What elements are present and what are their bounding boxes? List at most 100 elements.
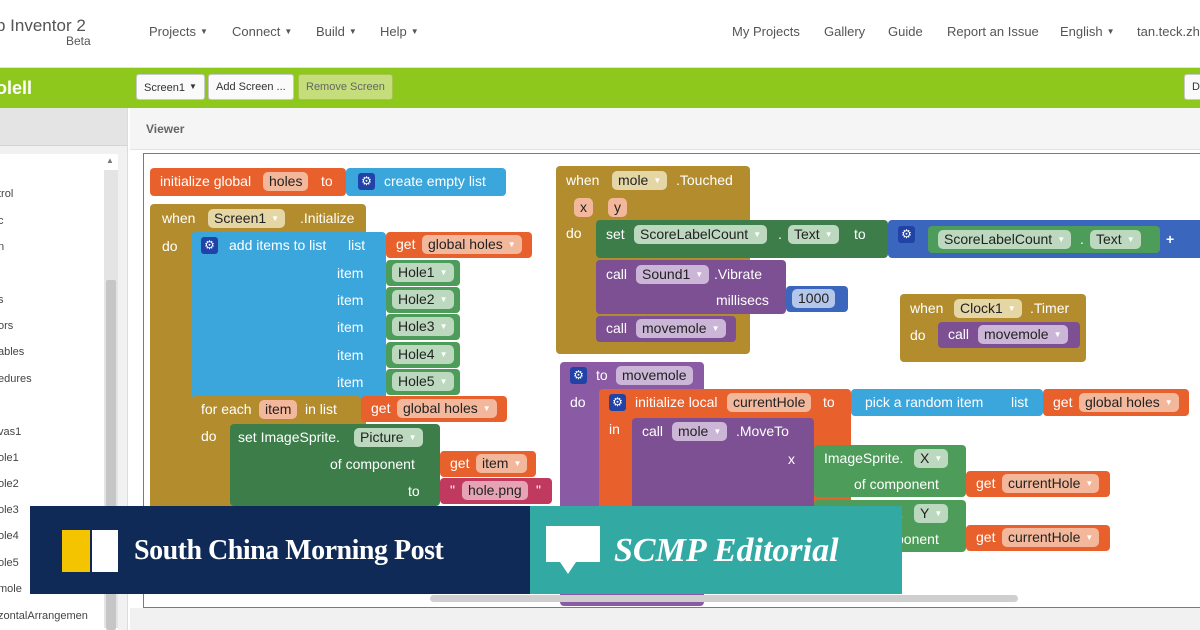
scmp-logo-icon (62, 530, 118, 572)
gear-icon[interactable]: ⚙ (358, 173, 375, 190)
blocks-panel-header (0, 108, 127, 146)
link-my-projects[interactable]: My Projects (732, 24, 800, 39)
chevron-down-icon: ▼ (653, 176, 662, 185)
get-currenthole-block[interactable]: get currentHole ▼ (966, 525, 1110, 551)
chevron-down-icon: ▼ (1126, 235, 1135, 244)
tree-item[interactable]: ors (0, 320, 13, 332)
chevron-down-icon: ▼ (439, 350, 448, 359)
plus-operator: + (1166, 231, 1175, 247)
tree-item[interactable]: ables (0, 346, 24, 358)
app-subtitle: Beta (66, 34, 91, 48)
chevron-down-icon: ▼ (934, 509, 943, 518)
top-bar: p Inventor 2 Beta Projects ▼ Connect ▼ Bui… (0, 0, 1200, 68)
gear-icon[interactable]: ⚙ (898, 226, 915, 243)
create-empty-list-block[interactable]: ⚙ create empty list (346, 168, 506, 196)
text-hole-png-block[interactable]: " hole.png " (440, 478, 552, 504)
tree-item[interactable]: ole5 (0, 557, 19, 569)
user-menu[interactable]: tan.teck.zhi (1137, 24, 1200, 39)
tree-item[interactable]: c (0, 215, 4, 227)
chevron-down-icon: ▼ (188, 82, 197, 91)
chevron-down-icon: ▼ (439, 295, 448, 304)
scroll-up-icon[interactable]: ▲ (106, 156, 114, 165)
chevron-down-icon: ▼ (1053, 330, 1062, 339)
screen-select[interactable]: Screen1 ▼ (136, 74, 205, 100)
chevron-down-icon: ▼ (439, 322, 448, 331)
set-score-text-block[interactable]: set ScoreLabelCount ▼ . Text ▼ to (596, 220, 888, 258)
chevron-down-icon: ▼ (713, 427, 722, 436)
set-imagesprite-picture-block[interactable]: set ImageSprite. Picture ▼ of component t… (230, 424, 440, 506)
chevron-down-icon: ▼ (934, 454, 943, 463)
hole4-block[interactable]: Hole4 ▼ (386, 342, 460, 368)
project-name: olell (0, 78, 33, 98)
component-dropdown[interactable]: Screen1 ▼ (208, 209, 286, 228)
chevron-down-icon: ▼ (711, 324, 720, 333)
get-currenthole-block[interactable]: get currentHole ▼ (966, 471, 1110, 497)
hole2-block[interactable]: Hole2 ▼ (386, 287, 460, 313)
chevron-down-icon: ▼ (410, 27, 419, 36)
app-title: p Inventor 2 (0, 16, 86, 35)
chevron-down-icon: ▼ (1106, 27, 1115, 36)
var-name-field[interactable]: holes (263, 172, 309, 191)
chevron-down-icon: ▼ (753, 230, 762, 239)
chevron-down-icon: ▼ (1007, 304, 1016, 313)
number-block[interactable]: 1000 (786, 286, 848, 312)
link-report-issue[interactable]: Report an Issue (947, 24, 1039, 39)
pick-random-item-block[interactable]: pick a random item list (851, 389, 1043, 416)
tree-item[interactable]: vas1 (0, 426, 21, 438)
tree-item[interactable]: edures (0, 373, 32, 385)
link-gallery[interactable]: Gallery (824, 24, 865, 39)
hole1-block[interactable]: Hole1 ▼ (386, 260, 460, 286)
chevron-down-icon: ▼ (439, 268, 448, 277)
get-global-holes-block[interactable]: get global holes ▼ (361, 396, 507, 422)
gear-icon[interactable]: ⚙ (609, 394, 626, 411)
add-items-block[interactable]: ⚙ add items to list list item item item … (191, 232, 386, 400)
scmp-editorial-banner: SCMP Editorial (530, 506, 902, 594)
tree-item[interactable]: zontalArrangemen (0, 610, 88, 622)
chevron-down-icon: ▼ (408, 433, 417, 442)
speech-bubble-icon (546, 526, 600, 562)
workspace-hscrollbar[interactable] (430, 595, 1018, 602)
chevron-down-icon: ▼ (199, 27, 208, 36)
call-movemole-block[interactable]: call movemole ▼ (938, 322, 1080, 348)
hole5-block[interactable]: Hole5 ▼ (386, 369, 460, 395)
designer-button[interactable]: De (1184, 74, 1200, 100)
score-text-getter-block[interactable]: ScoreLabelCount ▼ . Text ▼ (928, 226, 1160, 253)
imagesprite-x-getter[interactable]: ImageSprite. X ▼ of component (814, 445, 966, 497)
remove-screen-button[interactable]: Remove Screen (298, 74, 393, 100)
menu-build[interactable]: Build ▼ (316, 24, 357, 39)
bottom-strip (130, 608, 1200, 630)
tree-item[interactable]: ole2 (0, 478, 19, 490)
tree-item[interactable]: ole1 (0, 452, 19, 464)
chevron-down-icon: ▼ (513, 459, 522, 468)
gear-icon[interactable]: ⚙ (201, 237, 218, 254)
tree-item[interactable]: n (0, 241, 4, 253)
chevron-down-icon: ▼ (1057, 235, 1066, 244)
init-global-block[interactable]: initialize global holes to (150, 168, 346, 196)
menu-help[interactable]: Help ▼ (380, 24, 419, 39)
chevron-down-icon: ▼ (271, 214, 280, 223)
get-item-block[interactable]: get item ▼ (440, 451, 536, 477)
hole3-block[interactable]: Hole3 ▼ (386, 314, 460, 340)
chevron-down-icon: ▼ (1164, 398, 1173, 407)
get-global-holes-block[interactable]: get global holes ▼ (386, 232, 532, 258)
call-movemole-block[interactable]: call movemole ▼ (596, 316, 736, 342)
chevron-down-icon: ▼ (824, 230, 833, 239)
add-screen-button[interactable]: Add Screen ... (208, 74, 294, 100)
tree-item[interactable]: ole3 (0, 504, 19, 516)
chevron-down-icon: ▼ (1085, 533, 1094, 542)
get-global-holes-block[interactable]: get global holes ▼ (1043, 389, 1189, 416)
menu-projects[interactable]: Projects ▼ (149, 24, 208, 39)
tree-item[interactable]: trol (0, 188, 13, 200)
scmp-logo-banner: South China Morning Post (30, 506, 530, 594)
tree-item[interactable]: s (0, 294, 4, 306)
project-toolbar: olell Screen1 ▼ Add Screen ... Remove Scr… (0, 68, 1200, 108)
language-menu[interactable]: English ▼ (1060, 24, 1115, 39)
link-guide[interactable]: Guide (888, 24, 923, 39)
tree-item[interactable]: mole (0, 583, 22, 595)
chevron-down-icon: ▼ (439, 377, 448, 386)
tree-item[interactable]: ole4 (0, 530, 19, 542)
menu-connect[interactable]: Connect ▼ (232, 24, 292, 39)
gear-icon[interactable]: ⚙ (570, 367, 587, 384)
chevron-down-icon: ▼ (507, 240, 516, 249)
call-sound-vibrate-block[interactable]: call Sound1 ▼ .Vibrate millisecs (596, 260, 786, 314)
